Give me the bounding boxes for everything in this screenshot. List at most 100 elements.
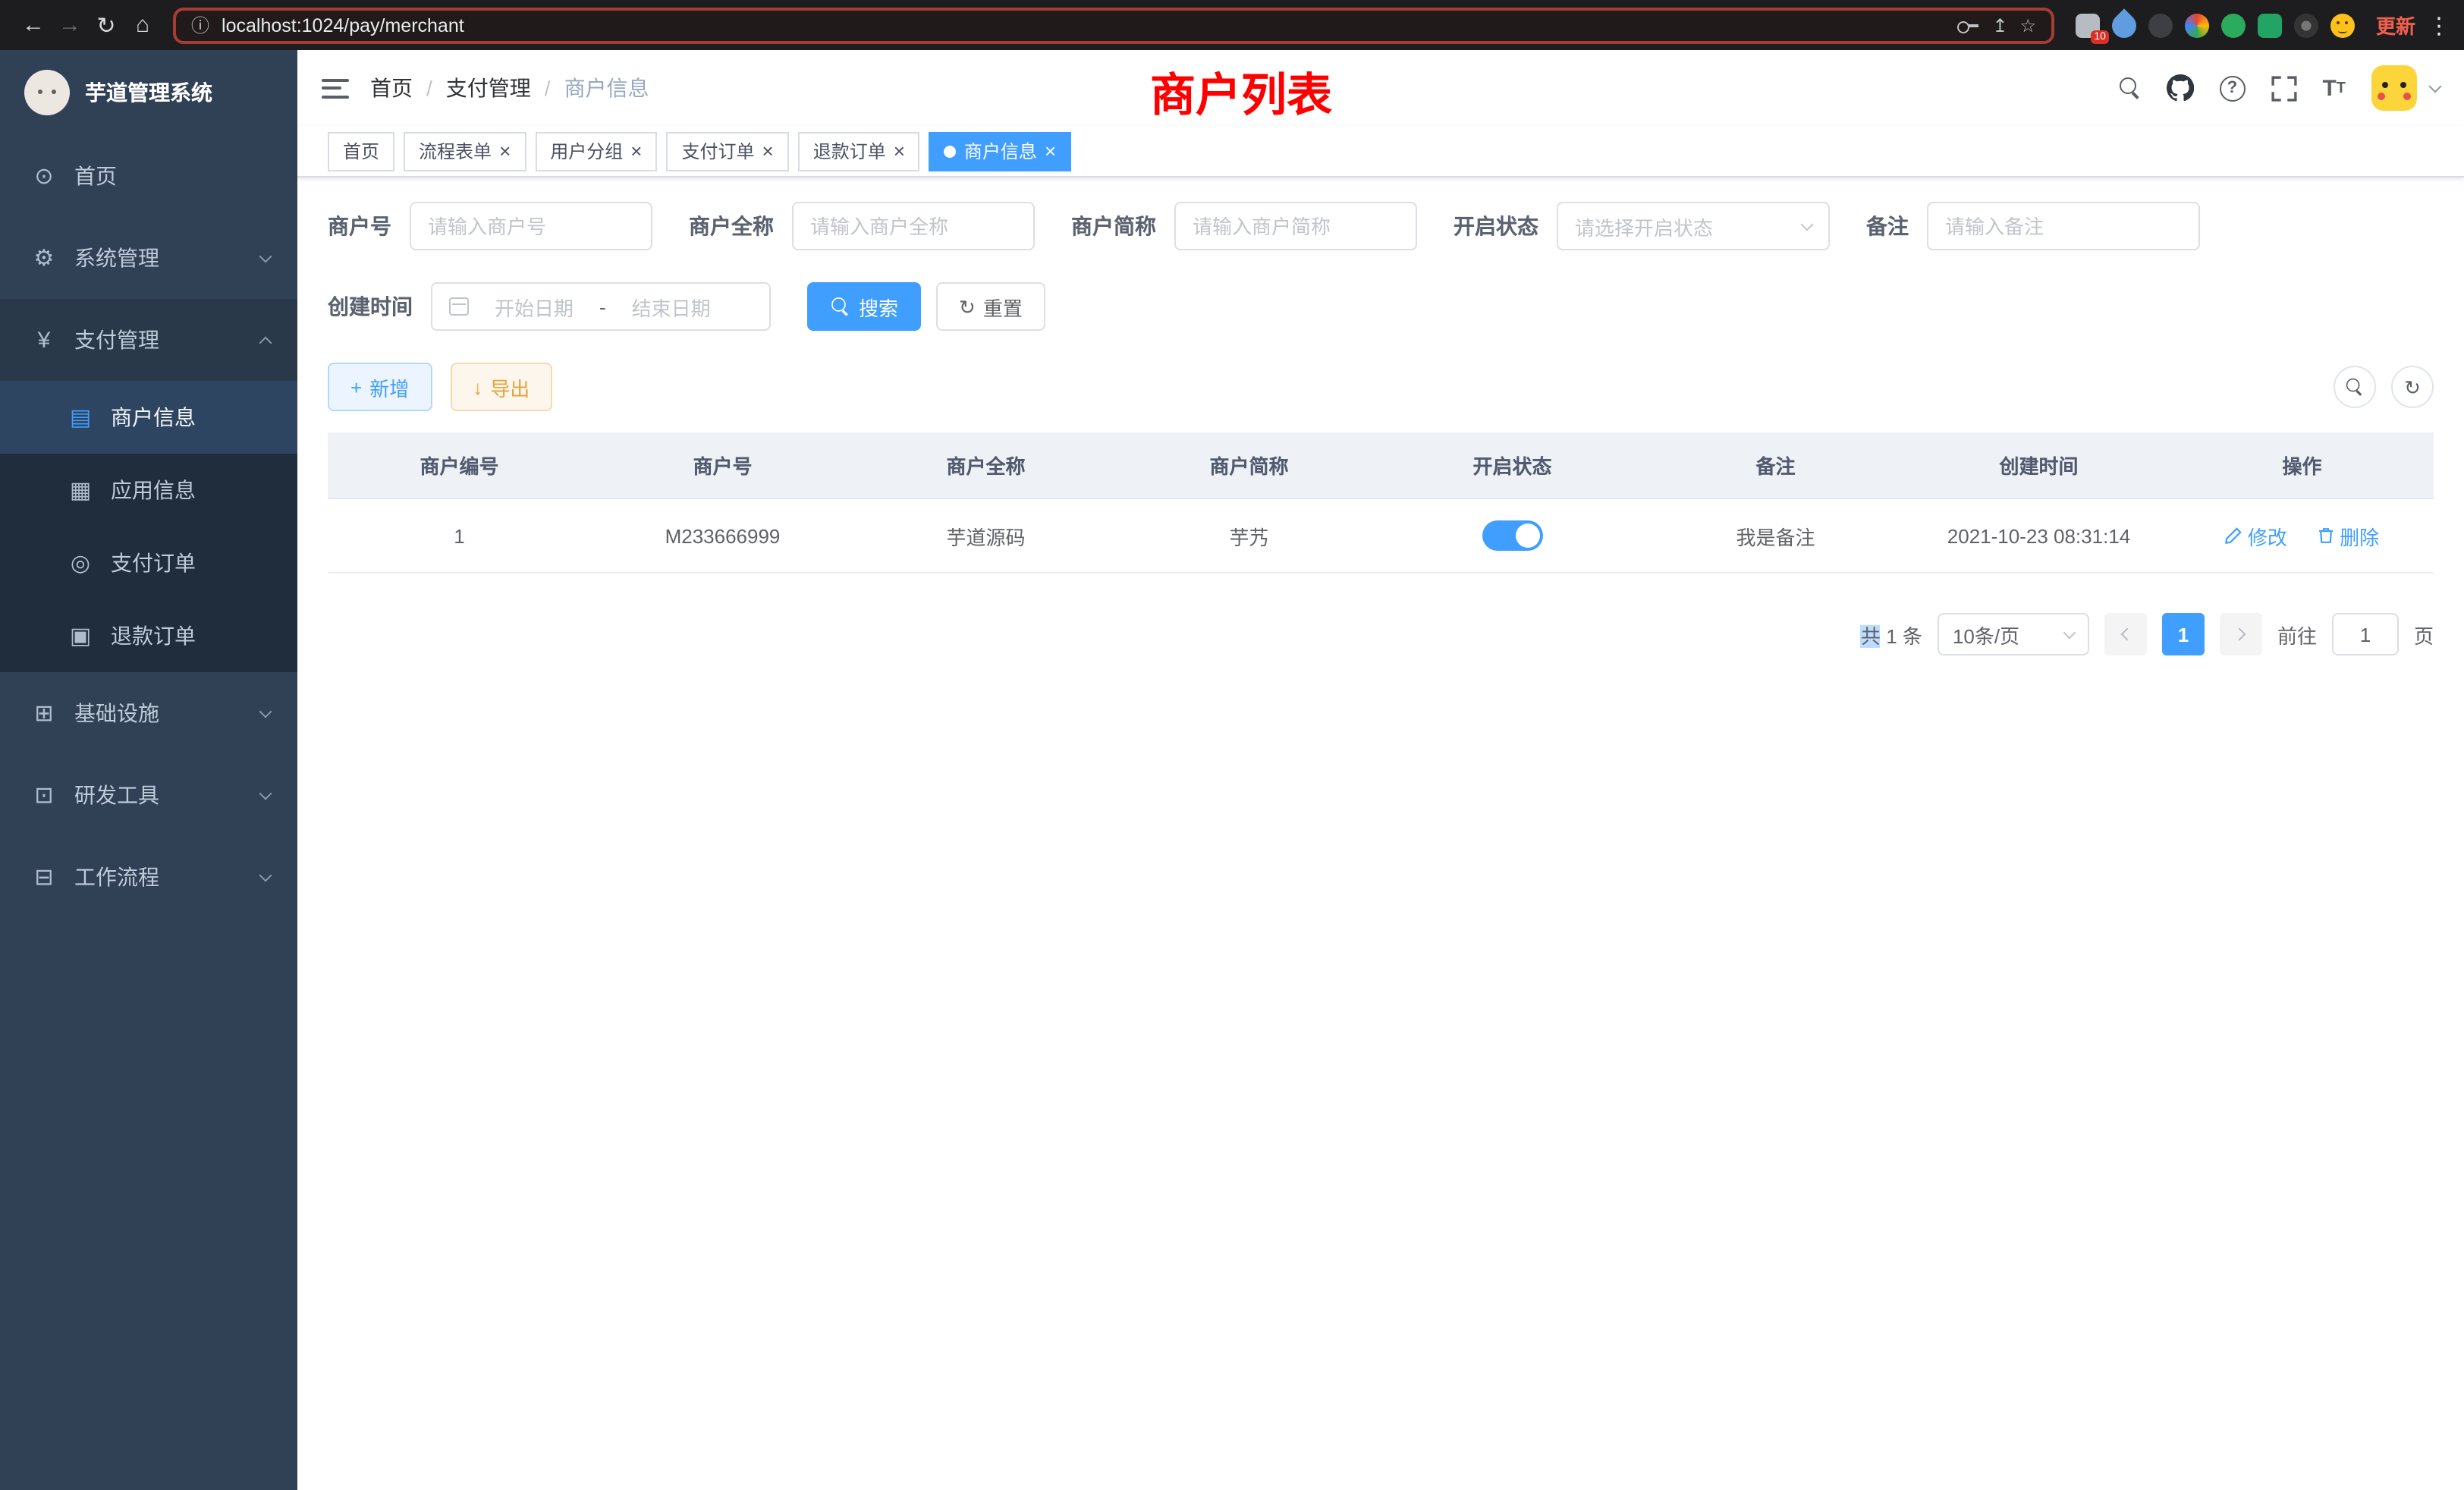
sidebar-item-merchant-info[interactable]: ▤ 商户信息	[0, 381, 297, 454]
extension-green-circle-icon[interactable]	[2221, 13, 2246, 37]
user-avatar[interactable]	[2371, 65, 2417, 111]
sidebar-item-pay-order[interactable]: ◎ 支付订单	[0, 527, 297, 599]
tab-user-group[interactable]: 用户分组 ×	[535, 131, 657, 171]
avatar-image	[2371, 65, 2417, 111]
header-search-button[interactable]	[2119, 77, 2140, 99]
search-button[interactable]: 搜索	[807, 282, 921, 331]
sidebar-item-label: 退款订单	[111, 621, 270, 651]
tab-process-form[interactable]: 流程表单 ×	[404, 131, 526, 171]
extension-dark-icon[interactable]	[2148, 13, 2173, 37]
breadcrumb-item-payment[interactable]: 支付管理	[446, 73, 531, 103]
status-select[interactable]: 请选择开启状态	[1557, 202, 1830, 250]
tab-close-icon[interactable]: ×	[630, 141, 642, 161]
full-name-label: 商户全称	[689, 211, 774, 241]
help-button[interactable]: ?	[2219, 75, 2245, 101]
reset-button[interactable]: ↻ 重置	[936, 282, 1045, 331]
create-time-label: 创建时间	[328, 291, 413, 322]
sidebar: 芋道管理系统 ⊙ 首页 ⚙ 系统管理 ¥ 支付管理	[0, 50, 297, 1490]
sidebar-item-system[interactable]: ⚙ 系统管理	[0, 217, 297, 299]
cell-full-name: 芋道源码	[854, 498, 1117, 573]
download-icon: ↓	[473, 377, 482, 397]
col-status: 开启状态	[1381, 432, 1644, 498]
goto-page-input[interactable]	[2332, 613, 2399, 655]
extension-pinwheel-icon[interactable]	[2294, 13, 2318, 37]
refresh-icon: ↻	[2404, 377, 2421, 397]
hamburger-button[interactable]	[322, 78, 349, 98]
tab-close-icon[interactable]: ×	[894, 141, 905, 161]
breadcrumb-item-home[interactable]: 首页	[370, 73, 413, 103]
status-select-placeholder: 请选择开启状态	[1575, 212, 1713, 240]
cell-merchant-id: 1	[328, 498, 591, 573]
sidebar-item-workflow[interactable]: ⊟ 工作流程	[0, 836, 297, 918]
bookmark-star-icon[interactable]: ☆	[2019, 14, 2036, 36]
sidebar-item-label: 应用信息	[111, 475, 270, 505]
status-toggle[interactable]	[1482, 520, 1543, 551]
delete-link[interactable]: 删除	[2317, 521, 2379, 550]
breadcrumb-item-merchant-info: 商户信息	[564, 73, 649, 103]
export-button[interactable]: ↓ 导出	[450, 363, 552, 411]
password-key-icon[interactable]	[1957, 17, 1980, 33]
back-button[interactable]: ←	[15, 12, 52, 38]
table-tools: ↻	[2334, 366, 2434, 408]
prev-page-button[interactable]	[2104, 613, 2147, 655]
tab-close-icon[interactable]: ×	[1045, 141, 1056, 161]
add-button[interactable]: + 新增	[328, 363, 432, 411]
tab-close-icon[interactable]: ×	[499, 141, 511, 161]
url-bar[interactable]: ⓘ localhost:1024/pay/merchant ↥ ☆	[173, 7, 2054, 43]
browser-update-button[interactable]: 更新	[2376, 11, 2415, 39]
sidebar-item-home[interactable]: ⊙ 首页	[0, 135, 297, 217]
remark-input[interactable]	[1945, 215, 2182, 237]
next-page-button[interactable]	[2220, 613, 2262, 655]
tab-label: 支付订单	[681, 138, 754, 164]
sidebar-item-devtools[interactable]: ⊡ 研发工具	[0, 754, 297, 836]
tab-label: 用户分组	[550, 138, 623, 164]
sidebar-item-infrastructure[interactable]: ⊞ 基础设施	[0, 672, 297, 754]
tab-home[interactable]: 首页	[328, 131, 394, 171]
tab-merchant-info[interactable]: 商户信息 ×	[929, 131, 1071, 171]
extension-color-icon[interactable]	[2185, 13, 2209, 37]
toggle-search-button[interactable]	[2334, 366, 2376, 408]
home-button[interactable]: ⌂	[124, 12, 161, 38]
extension-badge: 10	[2091, 30, 2109, 43]
sidebar-item-refund-order[interactable]: ▣ 退款订单	[0, 599, 297, 672]
cell-merchant-no: M233666999	[591, 498, 854, 573]
breadcrumb-separator: /	[545, 76, 551, 100]
toolbox-icon: ⊡	[30, 781, 58, 809]
table-refresh-button[interactable]: ↻	[2391, 366, 2434, 408]
app-title: 芋道管理系统	[85, 77, 212, 108]
merchant-no-input[interactable]	[428, 215, 634, 237]
tab-refund-order[interactable]: 退款订单 ×	[798, 131, 920, 171]
share-icon[interactable]: ↥	[1992, 14, 2007, 36]
merchant-no-label: 商户号	[328, 211, 391, 241]
forward-button[interactable]: →	[52, 12, 88, 38]
goto-label: 前往	[2277, 620, 2317, 649]
avatar-caret-icon[interactable]	[2429, 80, 2442, 93]
browser-menu-button[interactable]: ⋮	[2428, 11, 2449, 39]
reload-button[interactable]: ↻	[88, 11, 124, 39]
extension-green-square-icon[interactable]	[2258, 13, 2282, 37]
tab-pay-order[interactable]: 支付订单 ×	[666, 131, 788, 171]
logo-avatar	[24, 70, 70, 115]
extension-puzzle-icon[interactable]: 10	[2076, 13, 2100, 37]
extension-drop-icon[interactable]	[2107, 8, 2141, 42]
col-remark: 备注	[1644, 432, 1907, 498]
sidebar-item-label: 支付管理	[74, 325, 244, 355]
active-tab-dot-icon	[944, 145, 957, 157]
font-size-button[interactable]: TT	[2322, 75, 2346, 101]
header-actions: ? TT	[2119, 65, 2440, 111]
site-info-icon[interactable]: ⓘ	[191, 12, 209, 38]
sidebar-item-payment[interactable]: ¥ 支付管理	[0, 299, 297, 381]
search-icon	[831, 297, 850, 316]
profile-avatar-icon[interactable]	[2330, 13, 2355, 37]
full-name-input[interactable]	[810, 215, 1017, 237]
sidebar-item-app-info[interactable]: ▦ 应用信息	[0, 454, 297, 527]
short-name-input[interactable]	[1193, 215, 1399, 237]
page-size-select[interactable]: 10条/页	[1938, 613, 2089, 655]
github-button[interactable]	[2166, 74, 2193, 102]
edit-link[interactable]: 修改	[2225, 521, 2287, 550]
page-1-button[interactable]: 1	[2162, 613, 2205, 655]
date-range-picker[interactable]: 开始日期 - 结束日期	[431, 282, 771, 331]
payment-submenu: ▤ 商户信息 ▦ 应用信息 ◎ 支付订单 ▣ 退款订单	[0, 381, 297, 672]
fullscreen-button[interactable]	[2271, 75, 2296, 101]
tab-close-icon[interactable]: ×	[762, 141, 774, 161]
